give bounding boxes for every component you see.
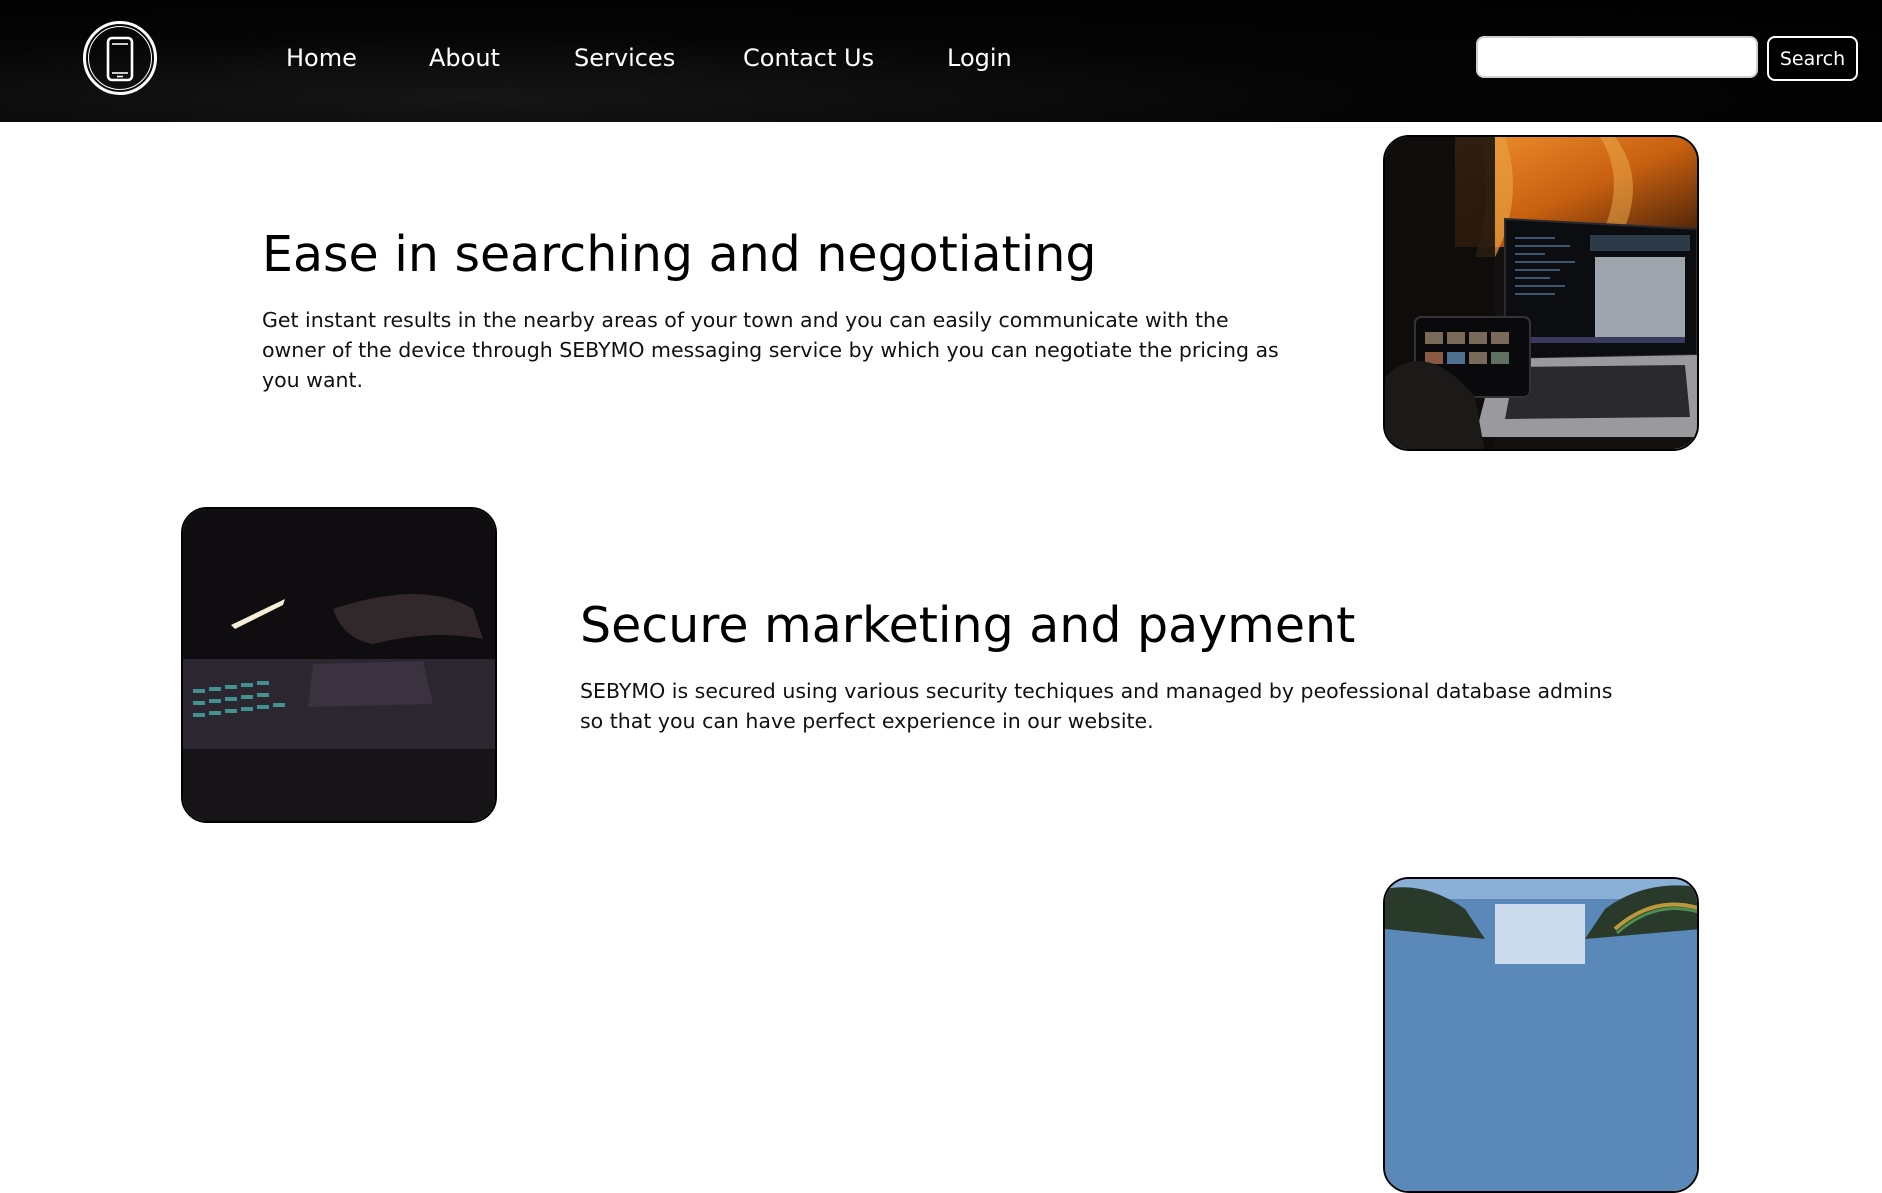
search-button[interactable]: Search bbox=[1767, 36, 1858, 81]
nav-login[interactable]: Login bbox=[947, 43, 1012, 73]
site-header: Home About Services Contact Us Login Sea… bbox=[0, 0, 1882, 122]
search-input[interactable] bbox=[1476, 36, 1758, 78]
logo[interactable] bbox=[83, 21, 157, 95]
nav-about[interactable]: About bbox=[429, 43, 500, 73]
dark-laptop-image bbox=[181, 507, 497, 823]
smartphone-icon bbox=[106, 36, 134, 82]
feature-text: Get instant results in the nearby areas … bbox=[262, 308, 1279, 392]
feature-title: Secure marketing and payment bbox=[580, 597, 1356, 654]
nav-services[interactable]: Services bbox=[574, 43, 675, 73]
waterfall-image bbox=[1383, 877, 1699, 1193]
nav-home[interactable]: Home bbox=[286, 43, 357, 73]
laptop-code-image bbox=[1383, 135, 1699, 451]
feature-title: Ease in searching and negotiating bbox=[262, 226, 1097, 283]
feature-text: SEBYMO is secured using various security… bbox=[580, 679, 1613, 733]
nav-contact-us[interactable]: Contact Us bbox=[743, 43, 874, 73]
